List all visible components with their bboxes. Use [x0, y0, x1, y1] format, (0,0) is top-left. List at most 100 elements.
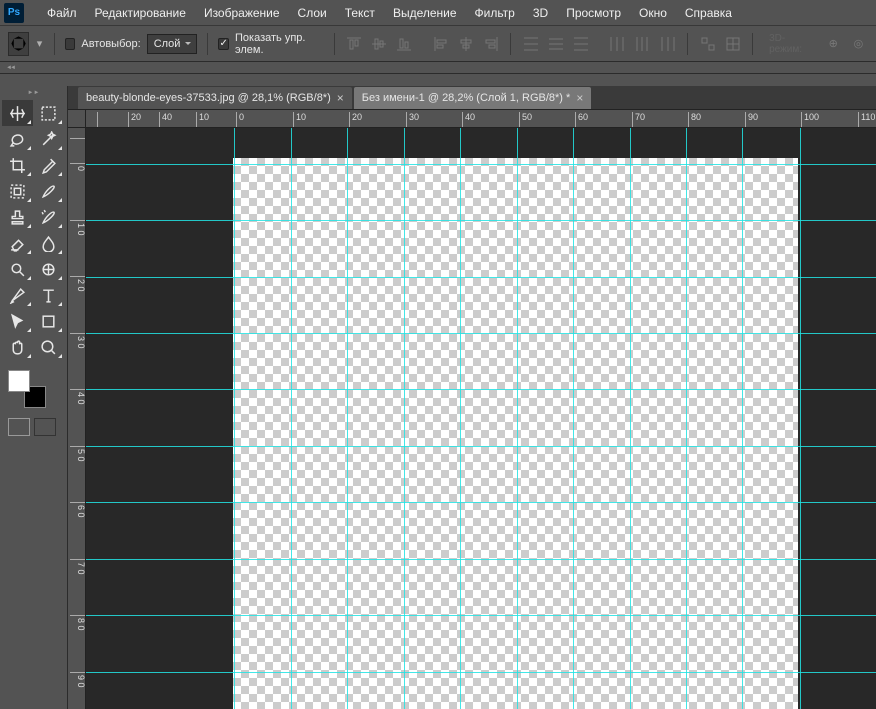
guide-horizontal[interactable] — [86, 277, 876, 278]
type-tool[interactable] — [33, 282, 64, 308]
distribute-hcenter-icon[interactable] — [633, 33, 652, 55]
tab-label: beauty-blonde-eyes-37533.jpg @ 28,1% (RG… — [86, 92, 331, 104]
ruler-vertical[interactable]: 01 02 03 04 05 06 07 08 09 0 — [68, 128, 86, 709]
stamp-tool[interactable] — [2, 204, 33, 230]
ruler-tick: 50 — [519, 112, 532, 128]
guide-vertical[interactable] — [686, 128, 687, 709]
guide-horizontal[interactable] — [86, 559, 876, 560]
align-hcenter-icon[interactable] — [456, 33, 475, 55]
guide-vertical[interactable] — [404, 128, 405, 709]
guide-horizontal[interactable] — [86, 672, 876, 673]
ruler-tick: 110 — [858, 112, 875, 128]
hand-tool[interactable] — [2, 334, 33, 360]
guide-vertical[interactable] — [800, 128, 801, 709]
autoselect-checkbox[interactable] — [65, 38, 76, 50]
shape-tool[interactable] — [33, 308, 64, 334]
divider — [687, 33, 688, 55]
document-canvas[interactable] — [233, 158, 798, 709]
align-vcenter-icon[interactable] — [370, 33, 389, 55]
close-icon[interactable]: × — [576, 91, 583, 105]
guide-horizontal[interactable] — [86, 615, 876, 616]
distribute-bottom-icon[interactable] — [571, 33, 590, 55]
zoom-tool[interactable] — [33, 334, 64, 360]
3d-orbit-icon[interactable]: ⊕ — [824, 33, 843, 55]
guide-vertical[interactable] — [517, 128, 518, 709]
guide-vertical[interactable] — [742, 128, 743, 709]
align-bottom-icon[interactable] — [395, 33, 414, 55]
autoselect-target-select[interactable]: Слой — [147, 34, 198, 54]
ruler-tick: 20 — [349, 112, 362, 128]
collapse-strip[interactable] — [0, 62, 876, 74]
close-icon[interactable]: × — [337, 91, 344, 105]
brush-tool[interactable] — [33, 178, 64, 204]
align-top-icon[interactable] — [345, 33, 364, 55]
menu-выделение[interactable]: Выделение — [384, 0, 466, 26]
guide-horizontal[interactable] — [86, 333, 876, 334]
menu-фильтр[interactable]: Фильтр — [466, 0, 524, 26]
menu-текст[interactable]: Текст — [336, 0, 384, 26]
pen-tool[interactable] — [2, 282, 33, 308]
3d-pan-icon[interactable]: ◎ — [849, 33, 868, 55]
guide-vertical[interactable] — [234, 128, 235, 709]
align-left-icon[interactable] — [431, 33, 450, 55]
path-select-tool[interactable] — [2, 308, 33, 334]
distribute-right-icon[interactable] — [658, 33, 677, 55]
showcontrols-checkbox[interactable] — [218, 38, 229, 50]
lasso-tool[interactable] — [2, 126, 33, 152]
guide-horizontal[interactable] — [86, 389, 876, 390]
foreground-color-swatch[interactable] — [8, 370, 30, 392]
guide-vertical[interactable] — [573, 128, 574, 709]
menu-редактирование[interactable]: Редактирование — [86, 0, 195, 26]
ruler-tick: 1 0 — [70, 220, 86, 236]
ruler-tick: 10 — [196, 112, 209, 128]
distribute-left-icon[interactable] — [608, 33, 627, 55]
distribute-vcenter-icon[interactable] — [546, 33, 565, 55]
current-tool-preset[interactable] — [8, 32, 29, 56]
guide-vertical[interactable] — [460, 128, 461, 709]
divider — [334, 33, 335, 55]
history-brush-tool[interactable] — [33, 204, 64, 230]
ruler-tick: 6 0 — [70, 502, 86, 518]
menu-файл[interactable]: Файл — [38, 0, 86, 26]
ruler-tick: 100 — [801, 112, 819, 128]
guide-horizontal[interactable] — [86, 164, 876, 165]
guide-vertical[interactable] — [630, 128, 631, 709]
menu-3d[interactable]: 3D — [524, 0, 557, 26]
ruler-horizontal[interactable]: 2040100102030405060708090100110 — [86, 110, 876, 128]
screenmode-button[interactable] — [34, 418, 56, 436]
menu-слои[interactable]: Слои — [289, 0, 336, 26]
menu-справка[interactable]: Справка — [676, 0, 741, 26]
align-right-icon[interactable] — [481, 33, 500, 55]
guide-vertical[interactable] — [347, 128, 348, 709]
menu-окно[interactable]: Окно — [630, 0, 676, 26]
distribute-top-icon[interactable] — [521, 33, 540, 55]
menu-изображение[interactable]: Изображение — [195, 0, 289, 26]
ruler-tick: 30 — [406, 112, 419, 128]
zoom-blur-tool[interactable] — [33, 256, 64, 282]
dodge-tool[interactable] — [2, 256, 33, 282]
chevron-down-icon[interactable]: ▾ — [35, 33, 44, 55]
document-tab[interactable]: beauty-blonde-eyes-37533.jpg @ 28,1% (RG… — [78, 87, 352, 109]
crop-tool[interactable] — [2, 152, 33, 178]
auto-blend-icon[interactable] — [723, 33, 742, 55]
ruler-origin[interactable] — [68, 110, 86, 128]
guide-horizontal[interactable] — [86, 502, 876, 503]
marquee-tool[interactable] — [33, 100, 64, 126]
chevron-right-icon[interactable]: ►► — [28, 90, 40, 100]
canvas-viewport[interactable] — [86, 128, 876, 709]
document-tab[interactable]: Без имени-1 @ 28,2% (Слой 1, RGB/8*) *× — [354, 87, 592, 109]
move-tool[interactable] — [2, 100, 33, 126]
guide-vertical[interactable] — [291, 128, 292, 709]
blur-tool[interactable] — [33, 230, 64, 256]
eraser-tool[interactable] — [2, 230, 33, 256]
auto-align-icon[interactable] — [698, 33, 717, 55]
wand-tool[interactable] — [33, 126, 64, 152]
guide-horizontal[interactable] — [86, 220, 876, 221]
color-swatches[interactable] — [8, 370, 46, 408]
guide-horizontal[interactable] — [86, 446, 876, 447]
eyedrop-tool[interactable] — [33, 152, 64, 178]
ruler-tick: 60 — [575, 112, 588, 128]
menu-просмотр[interactable]: Просмотр — [557, 0, 630, 26]
frame-tool[interactable] — [2, 178, 33, 204]
quickmask-off-button[interactable] — [8, 418, 30, 436]
